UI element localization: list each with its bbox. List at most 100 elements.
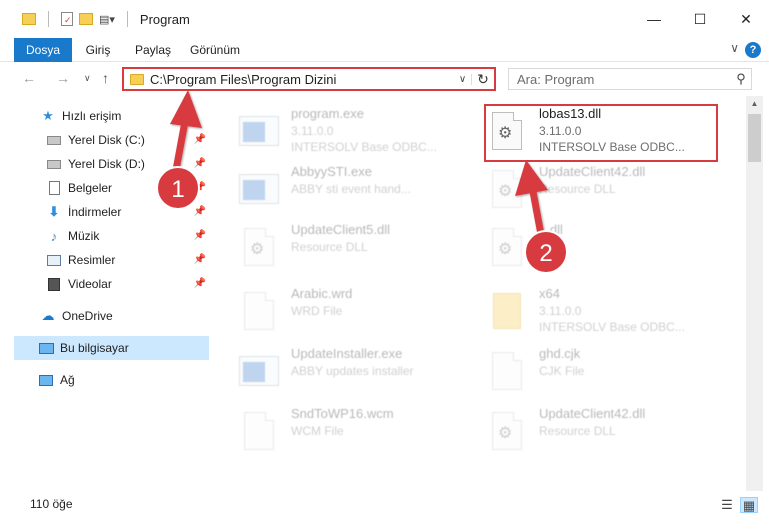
properties-icon[interactable]: ✓ [61,12,73,26]
file-description: WCM File [291,424,344,438]
drive-icon [46,156,62,172]
file-icon [237,406,281,456]
file-name: UpdateInstaller.exe [291,346,403,361]
maximize-button[interactable]: ☐ [677,0,723,38]
vertical-scrollbar[interactable]: ▲ [746,96,763,491]
tab-share[interactable]: Paylaş [132,38,174,62]
file-description: INTERSOLV Base ODBC... [291,140,437,154]
drive-icon [46,132,62,148]
refresh-icon[interactable]: ↻ [472,71,494,88]
file-name: UpdateClient5.dll [291,222,391,237]
file-description: Resource DLL [539,424,616,438]
file-item[interactable]: program.exe 3.11.0.0 INTERSOLV Base ODBC… [237,102,487,166]
status-bar: 110 öğe ☰ ▦ [0,491,769,531]
navigation-bar: ← → ∨ ↑ C:\Program Files\Program Dizini … [0,62,769,96]
search-box[interactable]: Ara: Program ⚲ [508,68,752,90]
dll-icon: ⚙ [485,406,529,456]
sidebar-item-label: Yerel Disk (C:) [68,133,145,147]
sidebar-item-label: Müzik [68,229,100,243]
file-description: ABBY updates installer [291,364,414,378]
address-path[interactable]: C:\Program Files\Program Dizini [150,72,454,87]
back-arrow-icon[interactable]: ← [22,70,36,86]
folder-icon [22,13,36,25]
sidebar-item-music[interactable]: ♪ Müzik 📌 [46,224,210,248]
search-icon[interactable]: ⚲ [731,71,751,87]
close-button[interactable]: ✕ [723,0,769,38]
up-arrow-icon[interactable]: ↑ [102,70,109,86]
file-item[interactable]: x64 3.11.0.0 INTERSOLV Base ODBC... [485,282,735,346]
callout-badge-1: 1 [156,166,200,210]
download-icon: ⬇ [48,204,60,219]
pin-icon[interactable]: 📌 [194,230,206,241]
exe-icon [237,346,281,396]
file-item[interactable]: SndToWP16.wcm WCM File [237,402,487,466]
sidebar-item-videos[interactable]: Videolar 📌 [46,272,210,296]
pin-icon[interactable]: 📌 [194,278,206,289]
sidebar-item-label: Hızlı erişim [62,109,122,123]
expand-ribbon-icon[interactable]: ∨ [730,41,739,55]
file-item[interactable]: AbbyySTI.exe ABBY sti event hand... [237,160,487,224]
file-description: WRD File [291,304,343,318]
pin-icon[interactable]: 📌 [194,254,206,265]
new-folder-icon[interactable] [79,13,93,25]
file-version: 3.11.0.0 [291,124,334,138]
navigation-pane: ★ Hızlı erişim Yerel Disk (C:) 📌 Yerel D… [0,96,215,491]
title-bar: ✓ ▤▾ Program — ☐ ✕ [0,0,769,38]
customize-toolbar-icon[interactable]: ▤▾ [99,13,115,26]
sidebar-item-this-pc[interactable]: Bu bilgisayar [14,336,209,360]
file-item[interactable]: UpdateInstaller.exe ABBY updates install… [237,342,487,406]
sidebar-item-label: Yerel Disk (D:) [68,157,145,171]
address-bar[interactable]: C:\Program Files\Program Dizini ∨ ↻ [122,67,496,91]
search-input[interactable]: Ara: Program [517,72,731,87]
file-description: Resource DLL [291,240,368,254]
file-name: AbbyySTI.exe [291,164,372,179]
file-name: x64 [539,286,560,301]
scroll-thumb[interactable] [748,114,761,162]
file-icon [485,346,529,396]
sidebar-item-disk-c[interactable]: Yerel Disk (C:) 📌 [46,128,210,152]
sidebar-item-network[interactable]: Ağ [38,368,210,392]
folder-icon [485,286,529,336]
file-name: SndToWP16.wcm [291,406,394,421]
file-description: INTERSOLV Base ODBC... [539,320,685,334]
forward-arrow-icon[interactable]: → [56,70,70,86]
chevron-down-icon[interactable]: ∨ [454,73,472,85]
minimize-button[interactable]: — [631,0,677,38]
sidebar-item-label: Videolar [68,277,112,291]
details-view-icon[interactable]: ☰ [718,497,736,513]
file-item[interactable]: Arabic.wrd WRD File [237,282,487,346]
sidebar-item-label: Belgeler [68,181,113,195]
file-item[interactable]: ghd.cjk CJK File [485,342,735,406]
scroll-up-icon[interactable]: ▲ [746,96,763,112]
file-item[interactable]: ⚙ UpdateClient5.dll Resource DLL [237,218,487,282]
file-item[interactable]: ⚙ ...dll ... [485,218,735,282]
file-name: ghd.cjk [539,346,581,361]
file-item[interactable]: ⚙ UpdateClient42.dll Resource DLL [485,160,735,224]
folder-icon [130,73,144,85]
tab-view[interactable]: Görünüm [186,38,244,62]
cloud-icon: ☁ [41,308,55,323]
tab-home[interactable]: Giriş [80,38,116,62]
window-controls: — ☐ ✕ [631,0,769,38]
file-name: UpdateClient42.dll [539,164,646,179]
sidebar-item-onedrive[interactable]: ☁ OneDrive [40,304,210,328]
large-icons-view-icon[interactable]: ▦ [740,497,758,513]
sidebar-item-quick-access[interactable]: ★ Hızlı erişim [40,104,210,128]
sidebar-item-label: OneDrive [62,309,113,323]
recent-locations-icon[interactable]: ∨ [84,73,91,84]
music-icon: ♪ [50,228,58,244]
sidebar-item-label: İndirmeler [68,205,122,219]
file-name: Arabic.wrd [291,286,353,301]
pin-icon[interactable]: 📌 [194,206,206,217]
sidebar-item-label: Bu bilgisayar [60,341,129,355]
file-name: UpdateClient42.dll [539,406,646,421]
network-icon [38,372,54,388]
pin-icon[interactable]: 📌 [194,134,206,145]
pin-icon[interactable]: 📌 [194,158,206,169]
help-icon[interactable]: ? [745,42,761,58]
videos-icon [46,276,62,292]
sidebar-item-pictures[interactable]: Resimler 📌 [46,248,210,272]
divider [126,11,128,27]
file-item[interactable]: ⚙ UpdateClient42.dll Resource DLL [485,402,735,466]
dll-icon: ⚙ [485,222,529,272]
